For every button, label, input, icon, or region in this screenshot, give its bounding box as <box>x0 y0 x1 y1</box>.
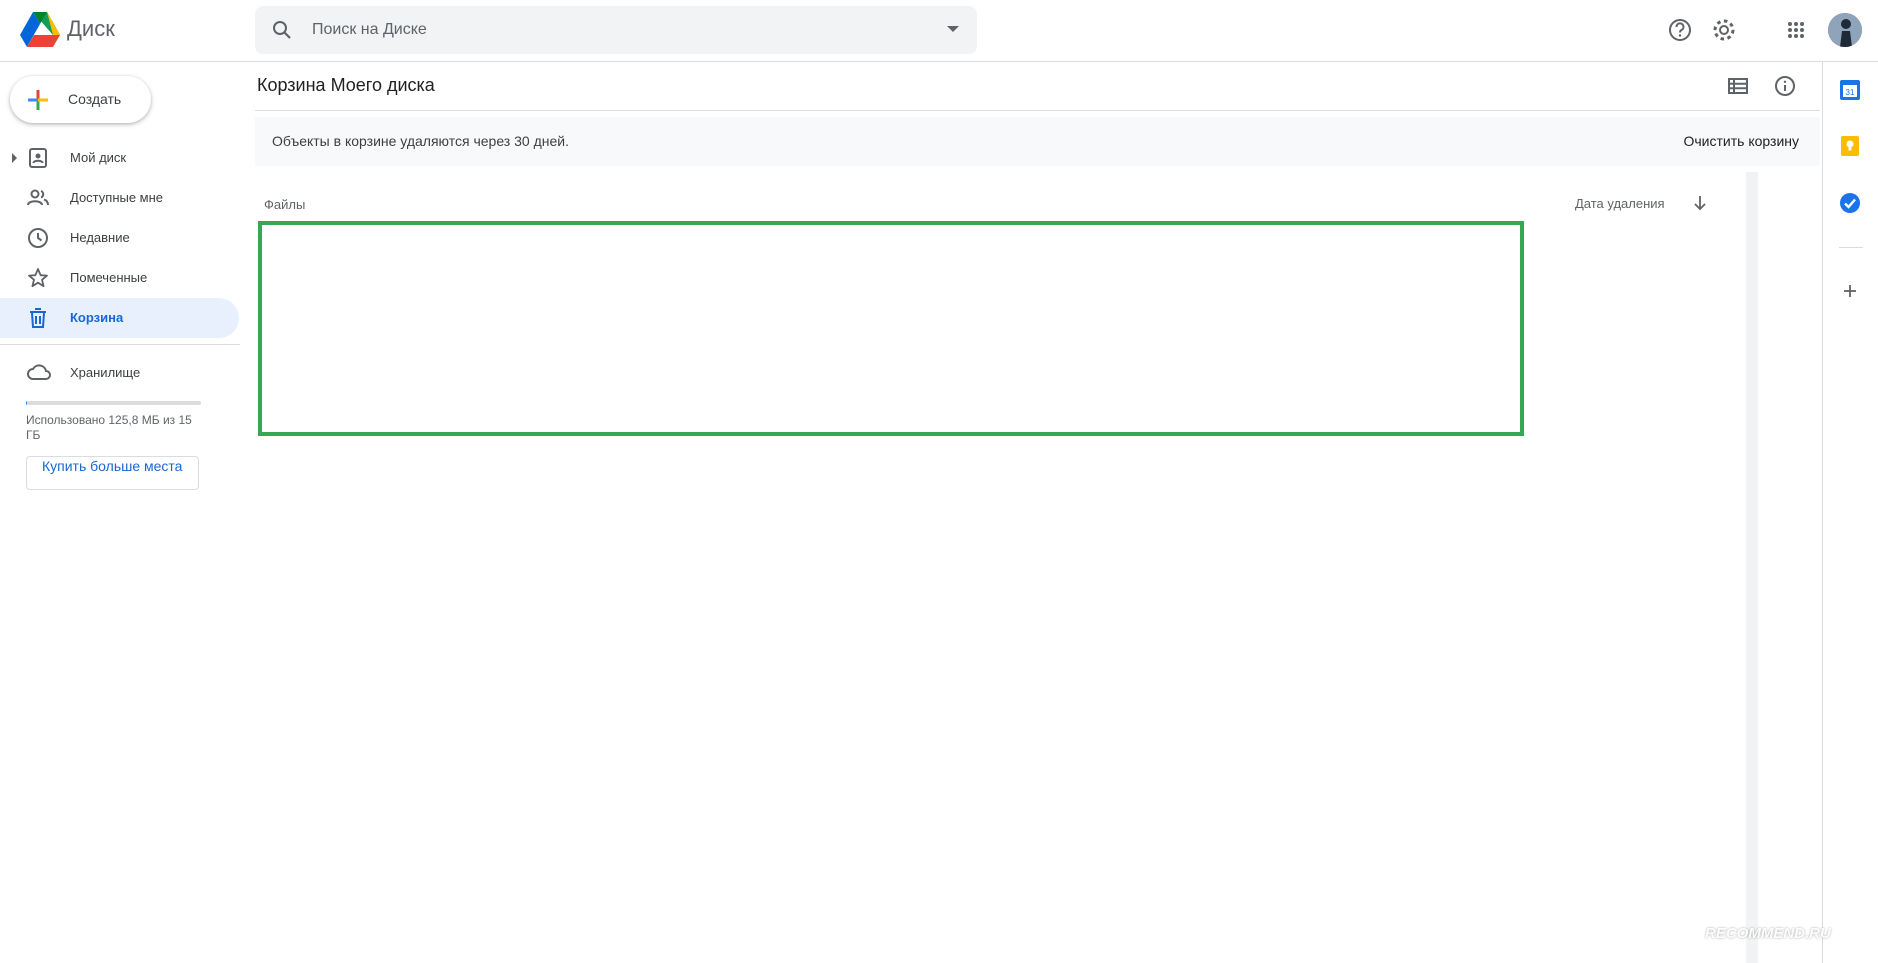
scrollbar-track[interactable] <box>1746 172 1758 963</box>
sidebar-nav: Мой диск Доступные мне Недавние Помеченн… <box>0 138 240 338</box>
create-button[interactable]: Создать <box>10 76 151 123</box>
keep-icon[interactable] <box>1839 135 1861 157</box>
star-icon <box>28 268 48 288</box>
sidebar-item-label: Недавние <box>70 230 130 245</box>
storage-usage-bar <box>26 401 201 405</box>
sidebar-divider <box>0 344 240 345</box>
tasks-icon[interactable] <box>1839 192 1861 214</box>
app-title[interactable]: Диск <box>67 16 115 42</box>
help-icon[interactable] <box>1664 14 1696 46</box>
shared-with-me-icon <box>27 189 49 206</box>
sidebar-item-starred[interactable]: Помеченные <box>0 258 239 298</box>
add-addon-plus-icon[interactable] <box>1840 281 1860 301</box>
trash-info-banner: Объекты в корзине удаляются через 30 дне… <box>255 117 1820 166</box>
sidebar-item-recent[interactable]: Недавние <box>0 218 239 258</box>
storage-used-text: Использовано 125,8 МБ из 15 ГБ <box>26 413 192 442</box>
recent-clock-icon <box>28 228 48 248</box>
right-side-panel: 31 <box>1822 62 1878 963</box>
info-icon[interactable] <box>1773 74 1797 98</box>
search-icon[interactable] <box>270 18 294 42</box>
buy-storage-label: Купить больше места <box>42 458 183 474</box>
calendar-icon[interactable]: 31 <box>1839 79 1861 101</box>
panel-divider <box>1839 247 1863 248</box>
header-divider <box>255 110 1820 111</box>
expand-arrow-icon[interactable] <box>12 153 17 163</box>
files-highlight-box <box>258 221 1524 436</box>
my-drive-icon <box>29 148 47 168</box>
top-bar: Диск Поиск на Диске <box>0 0 1878 62</box>
buy-storage-button[interactable]: Купить больше места <box>26 456 199 490</box>
sidebar-item-trash[interactable]: Корзина <box>0 298 239 338</box>
storage-label: Хранилище <box>70 365 141 380</box>
column-header-files: Файлы <box>264 197 306 212</box>
svg-text:31: 31 <box>1846 88 1855 97</box>
search-bar[interactable]: Поиск на Диске <box>255 6 977 54</box>
sidebar-item-label: Помеченные <box>70 270 148 285</box>
plus-icon <box>28 90 48 110</box>
search-input[interactable]: Поиск на Диске <box>312 21 427 39</box>
column-header-date-deleted[interactable]: Дата удаления <box>1575 196 1665 211</box>
create-button-label: Создать <box>68 91 122 107</box>
settings-gear-icon[interactable] <box>1708 14 1740 46</box>
sidebar-item-label: Мой диск <box>70 150 127 165</box>
sort-arrow-down-icon[interactable] <box>1690 193 1710 213</box>
sidebar-item-label: Корзина <box>70 310 124 325</box>
sidebar-item-storage[interactable]: Хранилище <box>0 352 240 392</box>
cloud-icon <box>27 364 51 380</box>
page-title: Корзина Моего диска <box>257 75 435 95</box>
sidebar-item-my-drive[interactable]: Мой диск <box>0 138 239 178</box>
apps-grid-icon[interactable] <box>1780 14 1812 46</box>
search-options-caret-icon[interactable] <box>947 26 959 32</box>
sidebar-item-shared-with-me[interactable]: Доступные мне <box>0 178 239 218</box>
watermark: RECOMMEND.RU <box>1705 925 1831 942</box>
trash-icon <box>30 308 46 328</box>
avatar[interactable] <box>1828 13 1862 47</box>
list-view-icon[interactable] <box>1726 74 1750 98</box>
sidebar-item-label: Доступные мне <box>70 190 164 205</box>
drive-logo-icon[interactable] <box>20 12 60 48</box>
storage-usage-fill <box>26 401 28 405</box>
banner-text: Объекты в корзине удаляются через 30 дне… <box>272 133 569 149</box>
empty-trash-button[interactable]: Очистить корзину <box>1684 133 1800 149</box>
